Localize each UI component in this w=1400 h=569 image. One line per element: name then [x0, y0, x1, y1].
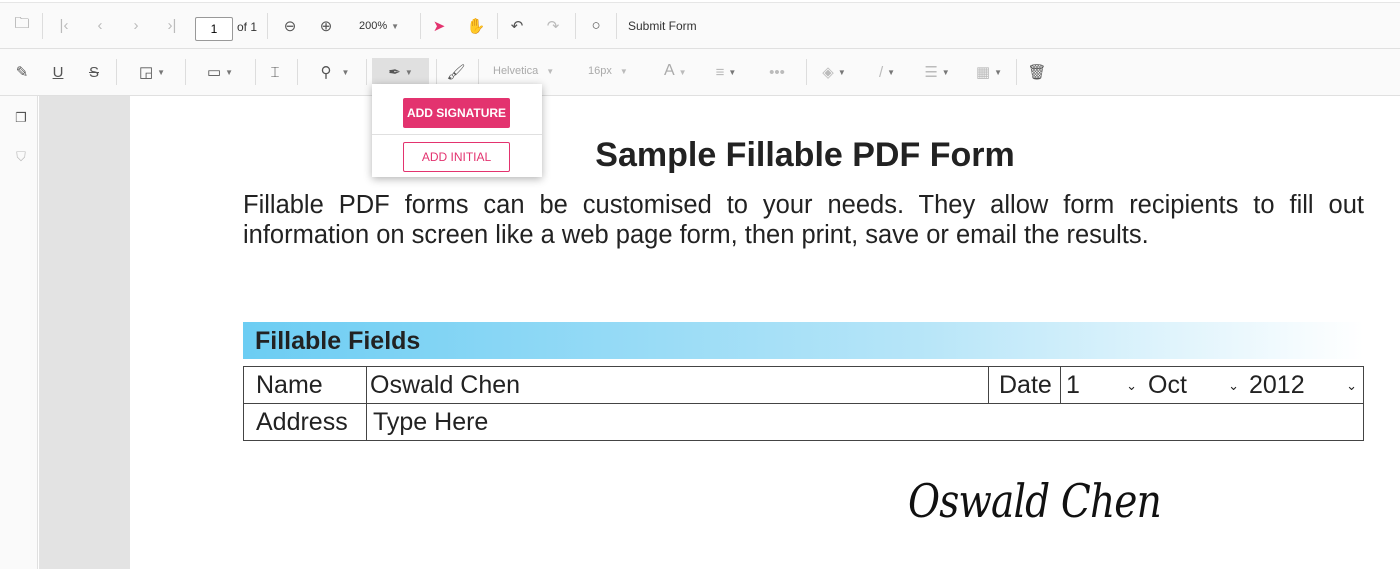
zoom-out-icon[interactable]: ⊖	[279, 15, 301, 37]
name-label: Name	[243, 366, 367, 404]
calibrate-icon[interactable]: ▭ ▼	[203, 61, 237, 83]
font-size-value: 16px	[588, 65, 612, 77]
stroke-color-icon[interactable]: / ▼	[873, 61, 901, 83]
zoom-dropdown[interactable]: 200% ▼	[359, 20, 399, 32]
chevron-down-icon: ⌄	[1228, 377, 1239, 393]
previous-page-icon[interactable]: ‹	[89, 15, 111, 37]
more-options-icon[interactable]: •••	[766, 61, 788, 83]
name-field[interactable]: Oswald Chen	[366, 366, 989, 404]
signature-menu: ADD SIGNATURE ADD INITIAL	[372, 84, 542, 177]
day-value: 1	[1066, 370, 1080, 399]
open-folder-icon[interactable]: 🗀	[11, 15, 33, 37]
comment-icon[interactable]: ○	[585, 15, 607, 37]
strikethrough-icon[interactable]: S	[83, 61, 105, 83]
page-count: of 1	[237, 20, 258, 34]
year-value: 2012	[1249, 370, 1305, 399]
bookmark-icon[interactable]: ⛉	[10, 146, 32, 168]
pan-hand-icon[interactable]: ✋	[465, 15, 487, 37]
font-family-dropdown[interactable]: Helvetica ▼	[493, 65, 554, 77]
first-page-icon[interactable]: |‹	[53, 15, 75, 37]
delete-icon[interactable]: 🗑	[1026, 61, 1048, 83]
undo-icon[interactable]: ↶	[506, 15, 528, 37]
underline-icon[interactable]: U	[47, 61, 69, 83]
main-toolbar: 🗀 |‹ ‹ › ›| 1 of 1 ⊖ ⊕ 200% ▼ ➤ ✋ ↶ ↷ ○ S…	[0, 2, 1400, 49]
submit-form-button[interactable]: Submit Form	[628, 19, 697, 33]
chevron-down-icon: ⌄	[1346, 377, 1357, 393]
font-color-icon: A	[664, 62, 675, 79]
month-value: Oct	[1148, 370, 1187, 399]
address-label: Address	[243, 403, 367, 441]
month-select[interactable]: Oct ⌄	[1142, 366, 1245, 404]
zoom-in-icon[interactable]: ⊕	[315, 15, 337, 37]
page-thumbnails-icon[interactable]: ❐	[10, 107, 32, 129]
signature-annotation[interactable]: Oswald Chen	[908, 474, 1162, 528]
stamp-icon[interactable]: ⚲ ▼	[314, 61, 356, 83]
zoom-value: 200%	[359, 20, 388, 32]
date-label: Date	[988, 366, 1061, 404]
signature-icon[interactable]: ✒ ▼	[372, 58, 429, 86]
add-signature-button[interactable]: ADD SIGNATURE	[403, 98, 510, 128]
chevron-down-icon: ▼	[391, 22, 400, 31]
document-title: Sample Fillable PDF Form	[595, 136, 1015, 174]
viewer-background	[39, 96, 130, 569]
font-family-value: Helvetica	[493, 65, 539, 77]
year-select[interactable]: 2012 ⌄	[1244, 366, 1364, 404]
section-heading: Fillable Fields	[243, 322, 1364, 359]
ink-brush-icon[interactable]: 🖌	[445, 61, 467, 83]
shapes-icon[interactable]: ◲ ▼	[136, 61, 168, 83]
font-size-dropdown[interactable]: 16px ▼	[588, 65, 628, 77]
navigation-sidebar: ❐ ⛉	[0, 96, 38, 569]
document-paragraph: Fillable PDF forms can be customised to …	[243, 191, 1364, 249]
text-align-icon[interactable]: ≡ ▼	[710, 61, 742, 83]
opacity-icon[interactable]: ▦ ▼	[975, 61, 1003, 83]
chevron-down-icon: ⌄	[1126, 377, 1137, 393]
next-page-icon[interactable]: ›	[125, 15, 147, 37]
thickness-icon[interactable]: ☰ ▼	[923, 61, 951, 83]
annotation-toolbar: ✎ U S ◲ ▼ ▭ ▼ ⌶ ⚲ ▼ ✒ ▼ 🖌 Helvetica ▼ 16px ▼ A…	[0, 49, 1400, 96]
address-field[interactable]: Type Here	[366, 403, 1364, 441]
select-pointer-icon[interactable]: ➤	[428, 15, 450, 37]
add-initial-button[interactable]: ADD INITIAL	[403, 142, 510, 172]
redo-icon[interactable]: ↷	[542, 15, 564, 37]
day-select[interactable]: 1 ⌄	[1060, 366, 1143, 404]
free-text-icon[interactable]: ⌶	[264, 61, 286, 83]
highlight-icon[interactable]: ✎	[11, 61, 33, 83]
font-color-dropdown[interactable]: A ▼	[664, 62, 687, 80]
fill-color-icon[interactable]: ◈ ▼	[820, 61, 848, 83]
page-number-input[interactable]: 1	[195, 17, 233, 41]
last-page-icon[interactable]: ›|	[161, 15, 183, 37]
